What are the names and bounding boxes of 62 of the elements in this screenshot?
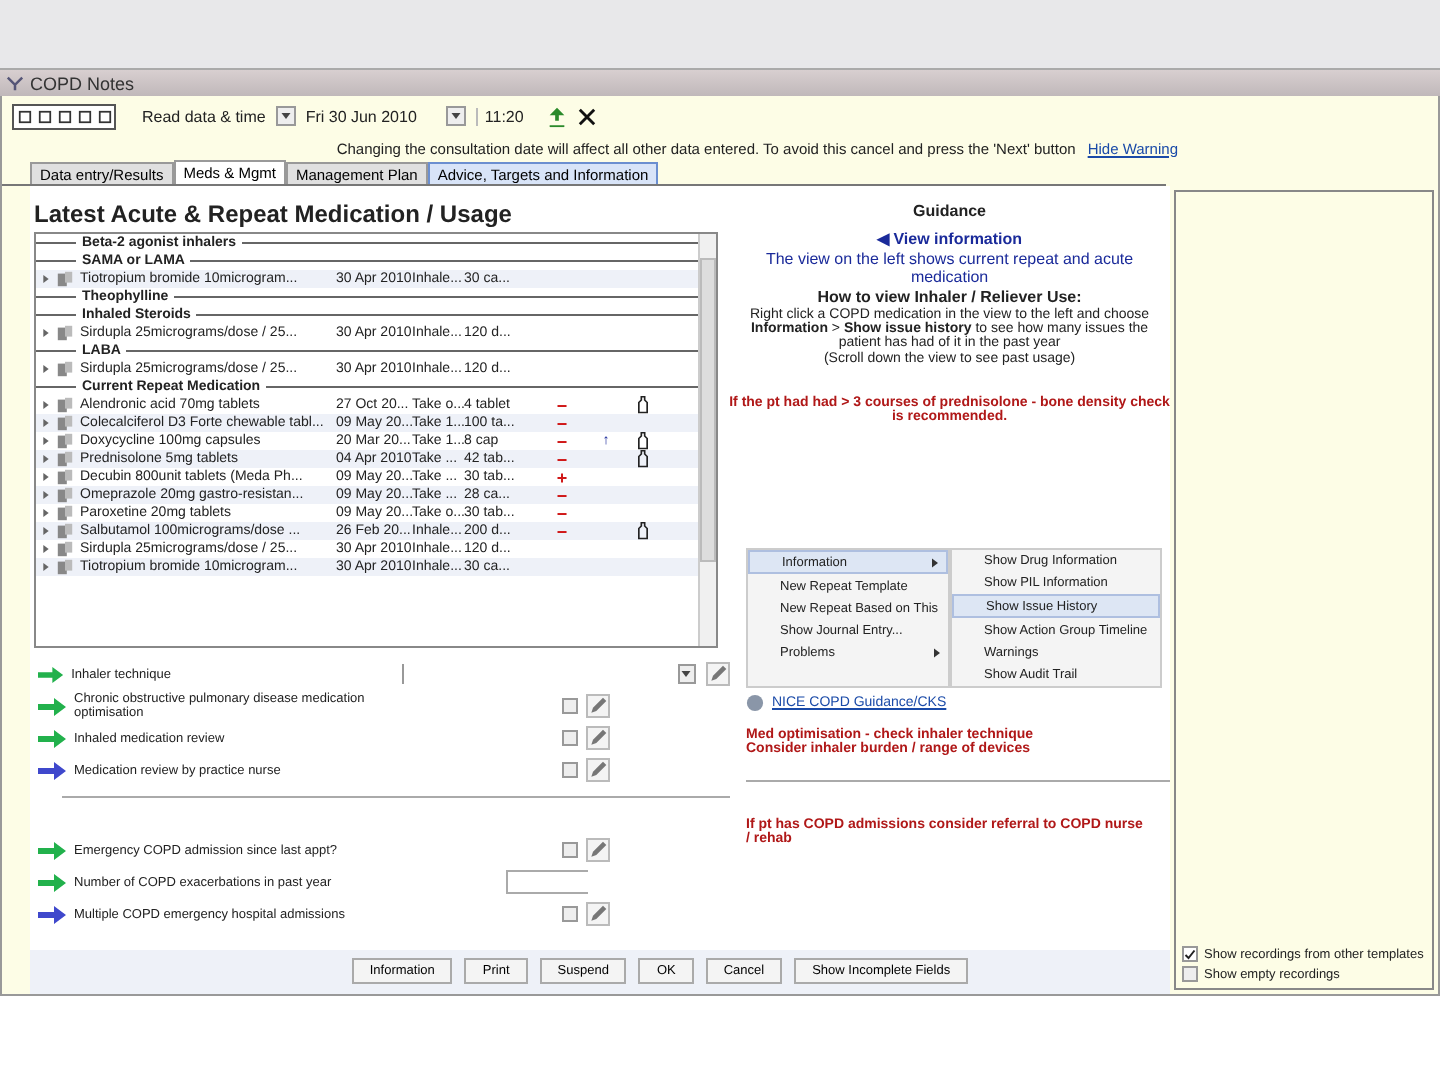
- section-title: Latest Acute & Repeat Medication / Usage: [34, 198, 514, 232]
- medication-icon: [56, 468, 74, 486]
- caret-icon: [450, 110, 463, 122]
- caret-icon: [680, 668, 693, 680]
- medication-icon: [56, 324, 74, 342]
- toolbar-button[interactable]: [14, 105, 34, 127]
- medication-icon: [56, 396, 74, 414]
- change-indicator: −: [556, 503, 568, 523]
- edit-button[interactable]: [586, 758, 610, 782]
- checkbox[interactable]: [562, 730, 578, 746]
- dropdown-button[interactable]: [677, 664, 696, 684]
- medication-icon: [56, 360, 74, 378]
- change-indicator: −: [556, 431, 568, 451]
- expand-icon[interactable]: [42, 328, 50, 338]
- change-indicator: −: [556, 449, 568, 469]
- checkbox[interactable]: [562, 762, 578, 778]
- time-field[interactable]: 11:20: [476, 107, 524, 125]
- globe-icon: [746, 694, 764, 712]
- medication-icon: [56, 432, 74, 450]
- medication-icon: [56, 270, 74, 288]
- edit-button[interactable]: [586, 694, 610, 718]
- expand-icon[interactable]: [42, 364, 50, 374]
- change-indicator: −: [556, 521, 568, 541]
- medication-icon: [56, 540, 74, 558]
- medication-icon: [56, 414, 74, 432]
- medication-icon: [56, 504, 74, 522]
- dropdown-button[interactable]: [275, 106, 296, 126]
- toolbar-button[interactable]: [74, 105, 94, 127]
- close-icon[interactable]: [577, 107, 596, 125]
- dropdown-button[interactable]: [446, 106, 467, 126]
- toolbar-button[interactable]: [34, 105, 54, 127]
- view-information-link[interactable]: ◀ View information: [729, 230, 1170, 248]
- medication-icon: [56, 450, 74, 468]
- change-indicator: +: [556, 467, 568, 487]
- checkbox[interactable]: [562, 842, 578, 858]
- guidance-title: Guidance: [911, 202, 988, 220]
- change-indicator: −: [556, 485, 568, 505]
- change-indicator: −: [556, 395, 568, 415]
- checkbox[interactable]: [562, 698, 578, 714]
- guidance-text: The view on the left shows current repeat and acute medication: [763, 250, 1136, 286]
- medication-icon: [56, 486, 74, 504]
- date-label: Read data & time: [142, 107, 266, 125]
- edit-button[interactable]: [586, 902, 610, 926]
- medication-icon: [56, 558, 74, 576]
- caret-icon: [279, 110, 292, 122]
- window-title: COPD Notes: [30, 73, 135, 93]
- scrollbar[interactable]: [697, 234, 716, 646]
- date-field[interactable]: Fri 30 Jun 2010: [305, 107, 417, 125]
- toolbar-button[interactable]: [54, 105, 74, 127]
- checkbox[interactable]: [1182, 946, 1198, 962]
- checkbox[interactable]: [562, 906, 578, 922]
- edit-button[interactable]: [586, 838, 610, 862]
- medication-icon: [56, 522, 74, 540]
- edit-button[interactable]: [706, 662, 730, 686]
- change-indicator: −: [556, 413, 568, 433]
- edit-button[interactable]: [586, 726, 610, 750]
- app-icon: [6, 74, 24, 92]
- expand-icon[interactable]: [42, 274, 50, 284]
- number-field[interactable]: [506, 870, 588, 894]
- guidance-heading: How to view Inhaler / Reliever Use:: [815, 288, 1084, 306]
- checkbox[interactable]: [1182, 966, 1198, 982]
- toolbar-button[interactable]: [94, 105, 114, 127]
